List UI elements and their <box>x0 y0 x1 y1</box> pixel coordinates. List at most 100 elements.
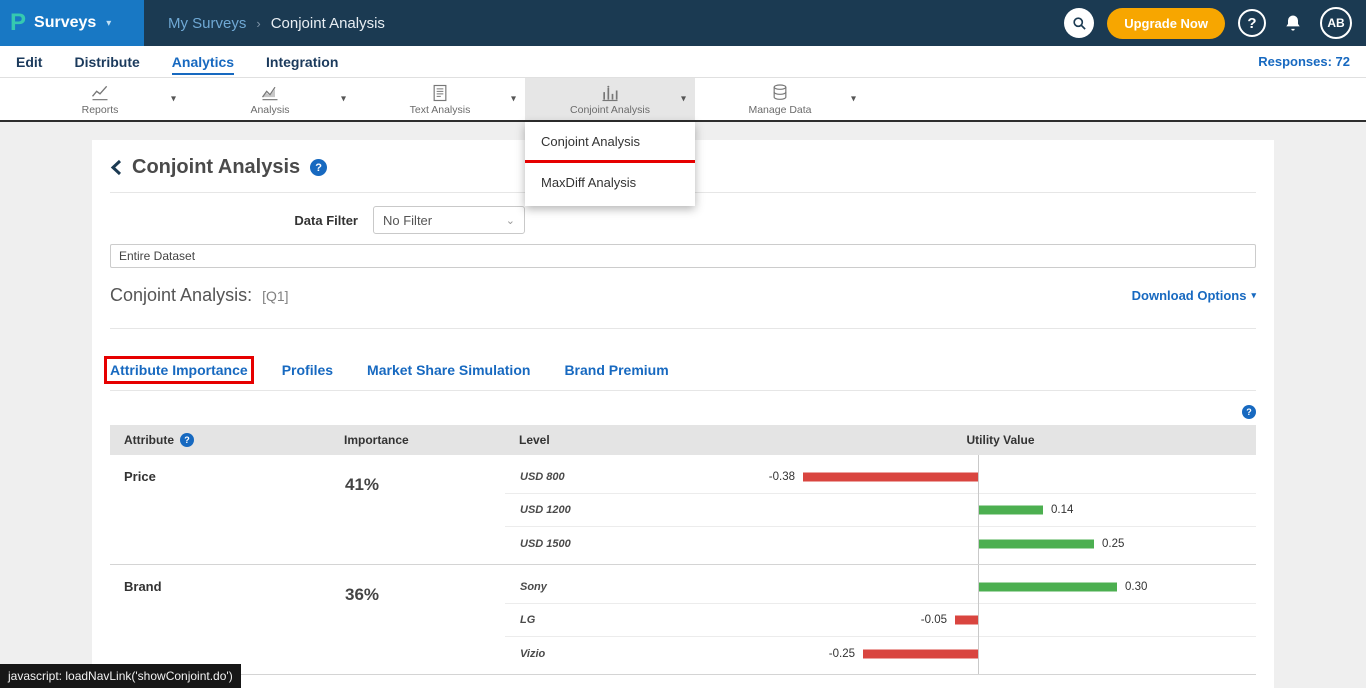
caret-down-icon: ▾ <box>1251 290 1256 301</box>
table-header: Attribute ? Importance Level Utility Val… <box>110 425 1256 455</box>
level-name: USD 800 <box>505 471 745 483</box>
utility-bar <box>803 473 978 482</box>
help-button[interactable]: ? <box>1238 9 1266 37</box>
tab-market-share-simulation[interactable]: Market Share Simulation <box>367 362 530 378</box>
toolbar-item-manage-data[interactable]: Manage Data ▾ <box>695 78 865 120</box>
conjoint-analysis-icon <box>600 83 620 103</box>
breadcrumb: My Surveys › Conjoint Analysis <box>168 15 385 32</box>
dropdown-item-conjoint-analysis[interactable]: Conjoint Analysis <box>525 122 695 160</box>
utility-value-label: -0.38 <box>743 471 795 483</box>
toolbar-item-label: Reports <box>82 104 119 116</box>
data-filter-value: No Filter <box>383 213 432 228</box>
divider <box>110 328 1256 329</box>
upgrade-now-button[interactable]: Upgrade Now <box>1107 8 1225 39</box>
conjoint-dropdown: Conjoint AnalysisMaxDiff Analysis <box>525 122 695 206</box>
caret-down-icon[interactable]: ▾ <box>677 90 690 109</box>
header-attribute-label: Attribute <box>124 433 174 447</box>
nav-tab-integration[interactable]: Integration <box>266 48 338 75</box>
nav-tab-analytics[interactable]: Analytics <box>172 48 234 75</box>
analysis-icon <box>260 83 280 103</box>
dropdown-item-maxdiff-analysis[interactable]: MaxDiff Analysis <box>525 163 695 201</box>
download-options-link[interactable]: Download Options ▾ <box>1132 288 1256 303</box>
page: Conjoint Analysis ? Data Filter No Filte… <box>0 122 1366 688</box>
utility-value-label: -0.05 <box>895 614 947 626</box>
avatar[interactable]: AB <box>1320 7 1352 39</box>
importance-value: 36% <box>330 565 505 674</box>
importance-value: 41% <box>330 455 505 564</box>
bell-icon <box>1283 13 1303 33</box>
reports-icon <box>90 83 110 103</box>
header-attribute: Attribute ? <box>110 433 330 447</box>
data-filter-select[interactable]: No Filter ⌄ <box>373 206 525 234</box>
tab-brand-premium[interactable]: Brand Premium <box>564 362 668 378</box>
data-filter-label: Data Filter <box>110 213 358 228</box>
nav-tab-distribute[interactable]: Distribute <box>74 48 139 75</box>
tab-attribute-importance[interactable]: Attribute Importance <box>110 362 248 378</box>
utility-bar <box>979 583 1117 592</box>
breadcrumb-current: Conjoint Analysis <box>271 15 385 32</box>
search-button[interactable] <box>1064 8 1094 38</box>
attribute-group-price: Price41%USD 800-0.38USD 12000.14USD 1500… <box>110 455 1256 565</box>
filter-row: Data Filter No Filter ⌄ <box>110 206 1256 234</box>
table-help-row: ? <box>110 405 1256 419</box>
utility-bar <box>979 539 1094 548</box>
level-row-usd-1500: USD 1500 0.25 <box>505 527 1256 560</box>
toolbar-item-label: Manage Data <box>748 104 811 116</box>
utility-bar-cell: 0.25 <box>745 527 1256 560</box>
question-reference: [Q1] <box>262 288 288 304</box>
table-help-icon[interactable]: ? <box>1242 405 1256 419</box>
header-utility-value: Utility Value <box>745 433 1256 447</box>
table-body: Price41%USD 800-0.38USD 12000.14USD 1500… <box>110 455 1256 675</box>
header-importance: Importance <box>330 433 505 447</box>
title-help-icon[interactable]: ? <box>310 159 327 176</box>
level-name: USD 1500 <box>505 538 745 550</box>
dataset-input[interactable] <box>110 244 1256 268</box>
utility-bar <box>955 616 978 625</box>
topbar: P Surveys ▾ My Surveys › Conjoint Analys… <box>0 0 1366 46</box>
status-link-tooltip: javascript: loadNavLink('showConjoint.do… <box>0 664 241 688</box>
manage-data-icon <box>770 83 790 103</box>
breadcrumb-separator: › <box>256 16 260 31</box>
page-title: Conjoint Analysis <box>132 156 300 179</box>
topbar-actions: Upgrade Now ? AB <box>1064 7 1366 39</box>
level-row-usd-1200: USD 12000.14 <box>505 494 1256 527</box>
utility-value-label: 0.25 <box>1102 538 1124 550</box>
toolbar-items: Reports▾Analysis▾Text Analysis▾Conjoint … <box>15 78 865 120</box>
attribute-group-brand: Brand36%Sony0.30LG-0.05Vizio-0.25 <box>110 565 1256 675</box>
caret-down-icon[interactable]: ▾ <box>847 90 860 109</box>
level-row-vizio: Vizio-0.25 <box>505 637 1256 670</box>
caret-down-icon[interactable]: ▾ <box>337 90 350 109</box>
back-button[interactable] <box>110 159 122 176</box>
utility-bar <box>979 506 1043 515</box>
level-name: LG <box>505 614 745 626</box>
utility-bar <box>863 649 978 658</box>
caret-down-icon[interactable]: ▾ <box>507 90 520 109</box>
tab-profiles[interactable]: Profiles <box>282 362 333 378</box>
utility-bar-cell: -0.38 <box>745 461 1256 493</box>
caret-down-icon[interactable]: ▾ <box>167 90 180 109</box>
level-name: Sony <box>505 581 745 593</box>
section-heading: Conjoint Analysis: [Q1] <box>110 285 289 306</box>
logo-icon: P <box>10 11 26 35</box>
attribute-help-icon[interactable]: ? <box>180 433 194 447</box>
subnav-tabs: Edit Distribute Analytics Integration <box>16 48 338 75</box>
toolbar-item-reports[interactable]: Reports ▾ <box>15 78 185 120</box>
level-rows: Sony0.30LG -0.05 Vizio-0.25 <box>505 565 1256 674</box>
section-title: Conjoint Analysis: <box>110 285 252 306</box>
section-row: Conjoint Analysis: [Q1] Download Options… <box>110 285 1256 306</box>
utility-bar-cell: -0.25 <box>745 637 1256 670</box>
level-row-usd-800: USD 800-0.38 <box>505 461 1256 494</box>
app-logo[interactable]: P Surveys ▾ <box>0 0 144 46</box>
breadcrumb-my-surveys[interactable]: My Surveys <box>168 15 246 32</box>
subnav: EditDistributeAnalyticsIntegration Respo… <box>0 46 1366 78</box>
product-name: Surveys <box>34 14 96 32</box>
nav-tab-edit[interactable]: Edit <box>16 48 42 75</box>
toolbar-item-text-analysis[interactable]: Text Analysis ▾ <box>355 78 525 120</box>
notifications-button[interactable] <box>1279 9 1307 37</box>
toolbar-item-label: Text Analysis <box>410 104 471 116</box>
toolbar-item-conjoint-analysis[interactable]: Conjoint Analysis▾ <box>525 78 695 120</box>
utility-bar-cell: 0.30 <box>745 571 1256 603</box>
chevron-down-icon: ⌄ <box>506 214 515 227</box>
utility-value-label: 0.14 <box>1051 504 1073 516</box>
toolbar-item-analysis[interactable]: Analysis▾ <box>185 78 355 120</box>
